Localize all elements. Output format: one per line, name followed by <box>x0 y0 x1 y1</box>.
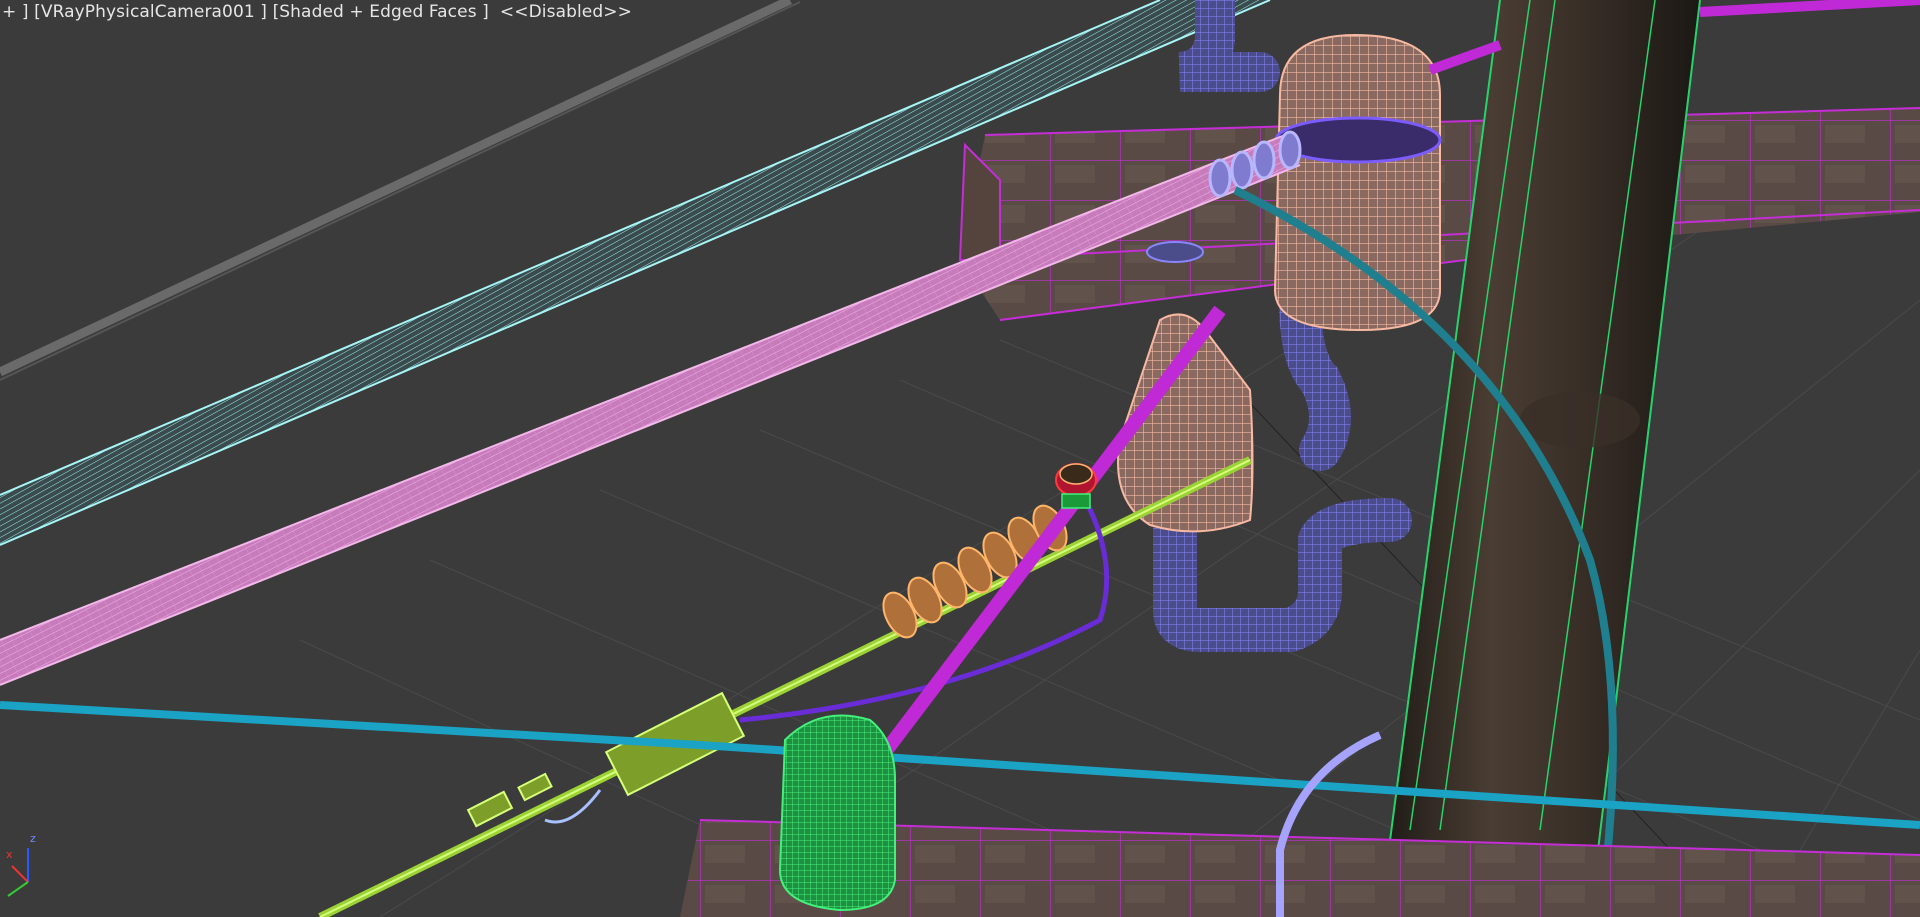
viewport-camera-label[interactable]: [VRayPhysicalCamera001 ] <box>34 2 267 22</box>
viewport-status-label[interactable]: <<Disabled>> <box>500 2 632 22</box>
red-clamp[interactable] <box>1055 463 1097 509</box>
viewport-menu[interactable]: + ] <box>2 2 29 22</box>
gizmo-x-label: x <box>6 848 13 861</box>
viewport-label: + ] [VRayPhysicalCamera001 ] [Shaded + E… <box>2 2 632 22</box>
3d-viewport[interactable]: x z + ] [VRayPhysicalCamera001 ] [Shaded… <box>0 0 1920 917</box>
scene-render[interactable] <box>0 0 1920 917</box>
top-insulator[interactable] <box>1273 33 1442 332</box>
green-insulator[interactable] <box>778 714 896 912</box>
viewport-shading-label[interactable]: [Shaded + Edged Faces ] <box>273 2 489 22</box>
gizmo-z-label: z <box>30 832 36 845</box>
